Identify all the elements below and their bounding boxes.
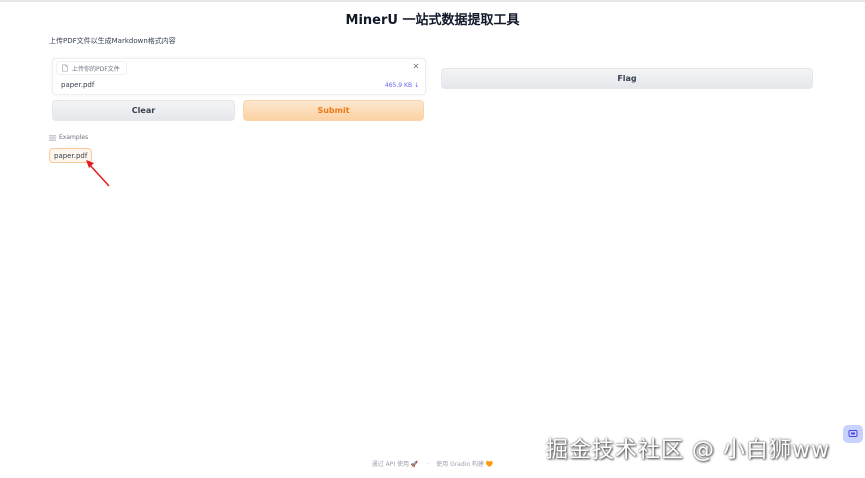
examples-header: Examples <box>49 134 88 141</box>
file-upload-label-chip: 上传你的PDF文件 <box>56 61 127 75</box>
footer-api-link[interactable]: 通过 API 使用 🚀 <box>372 461 419 468</box>
file-size-download-link[interactable]: 465.9 KB ↓ <box>385 82 419 89</box>
examples-label: Examples <box>59 134 89 141</box>
footer-gradio-link[interactable]: 使用 Gradio 构建 🧡 <box>436 461 493 468</box>
pdf-file-upload[interactable]: 上传你的PDF文件 ✕ paper.pdf 465.9 KB ↓ <box>52 58 426 95</box>
watermark-text: 掘金技术社区 @ 小白狮ww <box>546 438 830 463</box>
chat-widget-icon[interactable] <box>843 425 863 443</box>
file-icon <box>62 64 68 72</box>
uploaded-file-name: paper.pdf <box>61 81 95 89</box>
list-icon <box>49 134 56 141</box>
app-description: 上传PDF文件以生成Markdown格式内容 <box>49 37 176 45</box>
file-upload-label: 上传你的PDF文件 <box>72 65 120 73</box>
close-icon[interactable]: ✕ <box>411 62 421 72</box>
top-strip <box>0 0 865 2</box>
flag-button[interactable]: Flag <box>441 68 813 89</box>
footer-separator: · <box>426 461 429 468</box>
clear-button[interactable]: Clear <box>52 100 235 121</box>
page-title: MinerU 一站式数据提取工具 <box>345 13 520 28</box>
uploaded-file-row: paper.pdf 465.9 KB ↓ <box>61 79 419 91</box>
red-arrow-annotation <box>86 160 110 187</box>
submit-button[interactable]: Submit <box>243 100 424 121</box>
chat-icon <box>848 430 858 437</box>
